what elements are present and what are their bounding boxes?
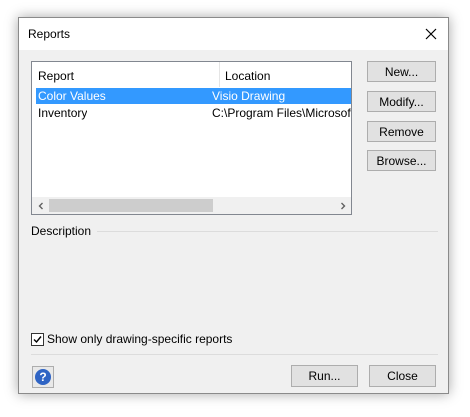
column-header-location[interactable]: Location: [225, 69, 270, 83]
report-location: C:\Program Files\Microsoft: [212, 106, 351, 120]
filter-checkbox[interactable]: [31, 332, 44, 346]
list-header: Report Location: [32, 62, 351, 87]
checkmark-icon: [33, 335, 42, 343]
dialog-title: Reports: [28, 27, 71, 41]
title-bar: Reports: [19, 18, 448, 50]
description-label: Description: [31, 224, 92, 238]
browse-button[interactable]: Browse...: [367, 150, 436, 171]
close-window-button[interactable]: [420, 23, 442, 45]
reports-dialog: Reports Report Location Color Values Vis…: [18, 17, 449, 394]
reports-list[interactable]: Report Location Color Values Visio Drawi…: [31, 61, 352, 215]
horizontal-scrollbar[interactable]: [32, 197, 351, 214]
list-row[interactable]: Inventory C:\Program Files\Microsoft: [36, 105, 351, 121]
report-location: Visio Drawing: [212, 89, 286, 103]
new-button[interactable]: New...: [367, 61, 436, 82]
modify-button[interactable]: Modify...: [367, 91, 436, 112]
chevron-left-icon: [38, 202, 43, 209]
chevron-right-icon: [340, 202, 345, 209]
filter-label[interactable]: Show only drawing-specific reports: [47, 332, 232, 346]
close-button[interactable]: Close: [369, 365, 436, 387]
report-name: Inventory: [38, 106, 88, 120]
help-icon: ?: [35, 369, 51, 385]
remove-button[interactable]: Remove: [367, 121, 436, 142]
close-icon: [425, 28, 437, 40]
drawing-specific-filter[interactable]: Show only drawing-specific reports: [31, 331, 232, 347]
help-button[interactable]: ?: [32, 366, 54, 388]
footer-divider: [31, 354, 438, 355]
column-divider[interactable]: [219, 62, 220, 87]
scroll-left-button[interactable]: [32, 197, 49, 214]
run-button[interactable]: Run...: [291, 365, 358, 387]
scrollbar-thumb[interactable]: [49, 199, 213, 212]
report-name: Color Values: [38, 89, 106, 103]
scroll-right-button[interactable]: [334, 197, 351, 214]
column-header-report[interactable]: Report: [38, 69, 74, 83]
description-divider: [97, 231, 438, 232]
list-row[interactable]: Color Values Visio Drawing: [36, 88, 351, 104]
